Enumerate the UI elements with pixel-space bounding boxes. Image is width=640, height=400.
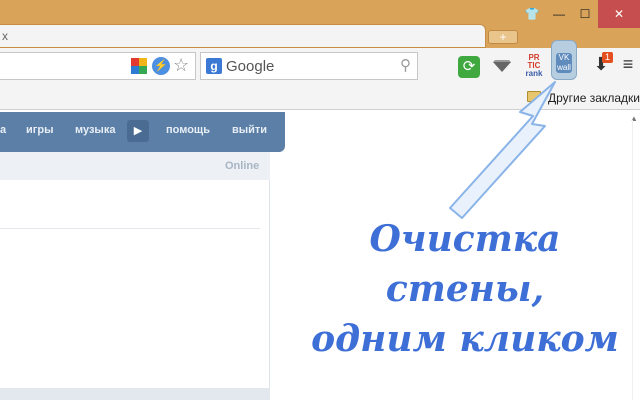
headline-line-1: Очистка стены, [369,218,561,310]
promo-headline: Очистка стены, одним кликом [300,214,630,364]
headline-line-2: одним кликом [311,318,619,360]
